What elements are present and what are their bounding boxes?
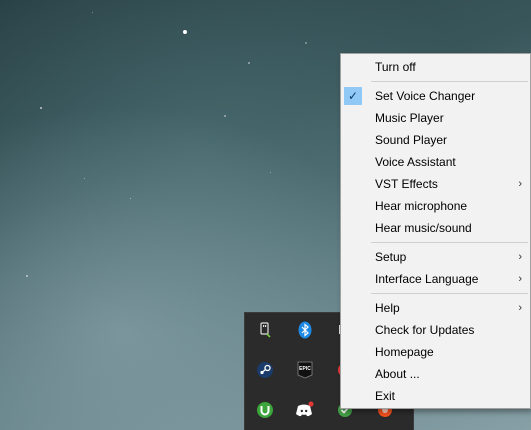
- epic-games-icon[interactable]: EPIC: [285, 353, 325, 387]
- chevron-right-icon: ›: [518, 273, 522, 285]
- menu-item-label: Sound Player: [375, 133, 448, 147]
- menu-item-label: Turn off: [375, 60, 416, 74]
- discord-icon[interactable]: [285, 393, 325, 427]
- menu-item-setup[interactable]: Setup ›: [341, 246, 530, 268]
- menu-item-hear-music-sound[interactable]: Hear music/sound: [341, 217, 530, 239]
- wallpaper-star: [248, 62, 250, 64]
- menu-item-label: Hear microphone: [375, 199, 468, 213]
- wallpaper-star: [130, 198, 131, 199]
- chevron-right-icon: ›: [518, 251, 522, 263]
- menu-item-vst-effects[interactable]: VST Effects ›: [341, 173, 530, 195]
- bluetooth-icon[interactable]: [285, 313, 325, 347]
- menu-item-label: Help: [375, 301, 400, 315]
- wallpaper-star: [26, 275, 28, 277]
- menu-item-label: About ...: [375, 367, 420, 381]
- menu-item-label: VST Effects: [375, 177, 438, 191]
- checkmark-icon: ✓: [344, 87, 362, 105]
- menu-item-about[interactable]: About ...: [341, 363, 530, 385]
- wallpaper-star: [84, 178, 85, 179]
- menu-item-turn-off[interactable]: Turn off: [341, 56, 530, 78]
- menu-item-label: Interface Language: [375, 272, 479, 286]
- menu-separator: [371, 293, 528, 294]
- steam-icon[interactable]: [245, 353, 285, 387]
- menu-item-label: Set Voice Changer: [375, 89, 476, 103]
- menu-item-help[interactable]: Help ›: [341, 297, 530, 319]
- voice-changer-context-menu: Turn off ✓ Set Voice Changer Music Playe…: [340, 53, 531, 409]
- wallpaper-star: [224, 115, 226, 117]
- wallpaper-star: [40, 107, 42, 109]
- wallpaper-star: [183, 30, 187, 34]
- menu-item-label: Check for Updates: [375, 323, 475, 337]
- utorrent-icon[interactable]: [245, 393, 285, 427]
- menu-item-label: Homepage: [375, 345, 434, 359]
- desktop-wallpaper: EPIC Turn off ✓ Set Voice Changer Music …: [0, 0, 531, 430]
- menu-separator: [371, 81, 528, 82]
- menu-item-label: Voice Assistant: [375, 155, 456, 169]
- menu-item-label: Hear music/sound: [375, 221, 472, 235]
- wallpaper-star: [305, 42, 307, 44]
- menu-item-exit[interactable]: Exit: [341, 385, 530, 407]
- chevron-right-icon: ›: [518, 302, 522, 314]
- menu-item-homepage[interactable]: Homepage: [341, 341, 530, 363]
- menu-separator: [371, 242, 528, 243]
- menu-item-interface-language[interactable]: Interface Language ›: [341, 268, 530, 290]
- menu-item-music-player[interactable]: Music Player: [341, 107, 530, 129]
- menu-item-set-voice-changer[interactable]: ✓ Set Voice Changer: [341, 85, 530, 107]
- menu-item-label: Exit: [375, 389, 396, 403]
- menu-item-check-for-updates[interactable]: Check for Updates: [341, 319, 530, 341]
- wallpaper-star: [92, 12, 93, 13]
- svg-text:EPIC: EPIC: [299, 366, 311, 372]
- menu-item-sound-player[interactable]: Sound Player: [341, 129, 530, 151]
- menu-item-label: Music Player: [375, 111, 444, 125]
- menu-item-label: Setup: [375, 250, 407, 264]
- wallpaper-star: [270, 172, 271, 173]
- chevron-right-icon: ›: [518, 178, 522, 190]
- menu-item-hear-microphone[interactable]: Hear microphone: [341, 195, 530, 217]
- usb-eject-icon[interactable]: [245, 313, 285, 347]
- menu-item-voice-assistant[interactable]: Voice Assistant: [341, 151, 530, 173]
